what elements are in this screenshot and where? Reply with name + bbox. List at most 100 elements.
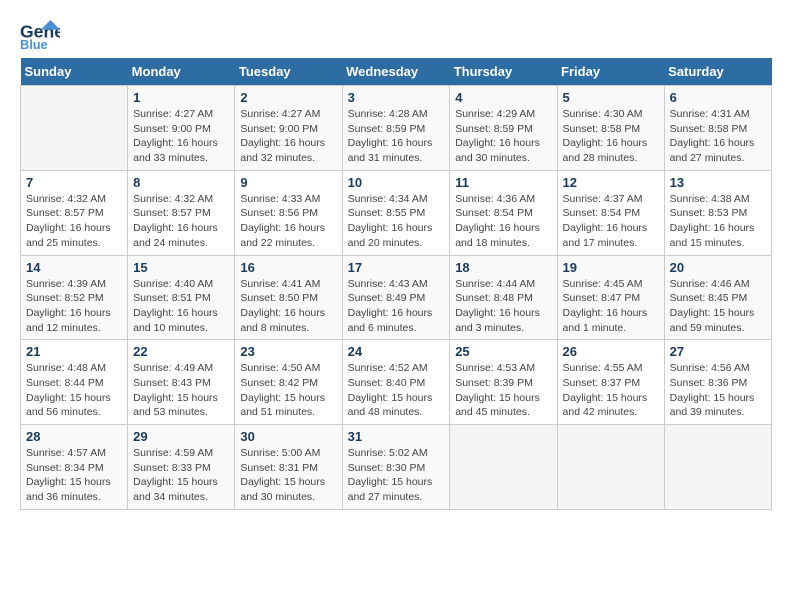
calendar-cell: 20 Sunrise: 4:46 AMSunset: 8:45 PMDayligh… — [664, 255, 771, 340]
calendar-cell — [664, 425, 771, 510]
logo-icon: General Blue — [20, 20, 60, 52]
calendar-cell: 6 Sunrise: 4:31 AMSunset: 8:58 PMDaylight… — [664, 86, 771, 171]
calendar-cell: 3 Sunrise: 4:28 AMSunset: 8:59 PMDaylight… — [342, 86, 450, 171]
calendar-cell: 13 Sunrise: 4:38 AMSunset: 8:53 PMDayligh… — [664, 170, 771, 255]
calendar-cell: 18Sunrise: 4:44 AMSunset: 8:48 PMDayligh… — [450, 255, 557, 340]
day-info: Sunrise: 4:36 AMSunset: 8:54 PMDaylight:… — [455, 192, 551, 251]
day-info: Sunrise: 4:41 AMSunset: 8:50 PMDaylight:… — [240, 277, 336, 336]
weekday-header: Thursday — [450, 58, 557, 86]
calendar-cell — [557, 425, 664, 510]
day-info: Sunrise: 4:56 AMSunset: 8:36 PMDaylight:… — [670, 361, 766, 420]
calendar-week-row: 7 Sunrise: 4:32 AMSunset: 8:57 PMDaylight… — [21, 170, 772, 255]
day-number: 4 — [455, 90, 551, 105]
page-header: General Blue — [20, 20, 772, 52]
calendar-cell: 1Sunrise: 4:27 AMSunset: 9:00 PMDaylight… — [128, 86, 235, 171]
day-info: Sunrise: 4:32 AMSunset: 8:57 PMDaylight:… — [26, 192, 122, 251]
day-number: 27 — [670, 344, 766, 359]
svg-text:Blue: Blue — [20, 37, 48, 52]
weekday-header: Tuesday — [235, 58, 342, 86]
calendar-cell: 26 Sunrise: 4:55 AMSunset: 8:37 PMDayligh… — [557, 340, 664, 425]
day-number: 5 — [563, 90, 659, 105]
calendar-cell: 27 Sunrise: 4:56 AMSunset: 8:36 PMDayligh… — [664, 340, 771, 425]
calendar-cell: 25 Sunrise: 4:53 AMSunset: 8:39 PMDayligh… — [450, 340, 557, 425]
weekday-header: Saturday — [664, 58, 771, 86]
weekday-header: Wednesday — [342, 58, 450, 86]
day-info: Sunrise: 4:46 AMSunset: 8:45 PMDaylight:… — [670, 277, 766, 336]
day-number: 10 — [348, 175, 445, 190]
day-info: Sunrise: 4:55 AMSunset: 8:37 PMDaylight:… — [563, 361, 659, 420]
day-number: 25 — [455, 344, 551, 359]
day-info: Sunrise: 4:48 AMSunset: 8:44 PMDaylight:… — [26, 361, 122, 420]
calendar-week-row: 21 Sunrise: 4:48 AMSunset: 8:44 PMDayligh… — [21, 340, 772, 425]
day-number: 29 — [133, 429, 229, 444]
calendar-cell: 14 Sunrise: 4:39 AMSunset: 8:52 PMDayligh… — [21, 255, 128, 340]
day-info: Sunrise: 4:49 AMSunset: 8:43 PMDaylight:… — [133, 361, 229, 420]
day-info: Sunrise: 4:38 AMSunset: 8:53 PMDaylight:… — [670, 192, 766, 251]
calendar-cell: 23Sunrise: 4:50 AMSunset: 8:42 PMDayligh… — [235, 340, 342, 425]
day-info: Sunrise: 4:30 AMSunset: 8:58 PMDaylight:… — [563, 107, 659, 166]
day-number: 31 — [348, 429, 445, 444]
calendar-cell: 30 Sunrise: 5:00 AMSunset: 8:31 PMDayligh… — [235, 425, 342, 510]
calendar-cell: 22 Sunrise: 4:49 AMSunset: 8:43 PMDayligh… — [128, 340, 235, 425]
day-number: 13 — [670, 175, 766, 190]
calendar-cell: 7 Sunrise: 4:32 AMSunset: 8:57 PMDaylight… — [21, 170, 128, 255]
calendar-cell: 29 Sunrise: 4:59 AMSunset: 8:33 PMDayligh… — [128, 425, 235, 510]
day-info: Sunrise: 4:31 AMSunset: 8:58 PMDaylight:… — [670, 107, 766, 166]
calendar-cell: 5 Sunrise: 4:30 AMSunset: 8:58 PMDaylight… — [557, 86, 664, 171]
calendar-cell: 12 Sunrise: 4:37 AMSunset: 8:54 PMDayligh… — [557, 170, 664, 255]
day-number: 8 — [133, 175, 229, 190]
day-info: Sunrise: 4:44 AMSunset: 8:48 PMDaylight:… — [455, 277, 551, 336]
day-number: 12 — [563, 175, 659, 190]
weekday-header: Sunday — [21, 58, 128, 86]
day-number: 26 — [563, 344, 659, 359]
day-number: 2 — [240, 90, 336, 105]
calendar-cell: 10Sunrise: 4:34 AMSunset: 8:55 PMDayligh… — [342, 170, 450, 255]
calendar-cell: 15Sunrise: 4:40 AMSunset: 8:51 PMDayligh… — [128, 255, 235, 340]
day-info: Sunrise: 4:53 AMSunset: 8:39 PMDaylight:… — [455, 361, 551, 420]
day-info: Sunrise: 4:59 AMSunset: 8:33 PMDaylight:… — [133, 446, 229, 505]
day-number: 20 — [670, 260, 766, 275]
day-number: 28 — [26, 429, 122, 444]
day-number: 19 — [563, 260, 659, 275]
day-info: Sunrise: 4:57 AMSunset: 8:34 PMDaylight:… — [26, 446, 122, 505]
day-info: Sunrise: 4:27 AMSunset: 9:00 PMDaylight:… — [240, 107, 336, 166]
day-info: Sunrise: 4:37 AMSunset: 8:54 PMDaylight:… — [563, 192, 659, 251]
day-info: Sunrise: 4:32 AMSunset: 8:57 PMDaylight:… — [133, 192, 229, 251]
calendar-cell: 2 Sunrise: 4:27 AMSunset: 9:00 PMDaylight… — [235, 86, 342, 171]
calendar-week-row: 1 Sunrise: 4:27 AMSunset: 9:00 PMDaylight… — [21, 86, 772, 171]
day-number: 30 — [240, 429, 336, 444]
day-info: Sunrise: 4:45 AMSunset: 8:47 PMDaylight:… — [563, 277, 659, 336]
calendar-week-row: 28 Sunrise: 4:57 AMSunset: 8:34 PMDayligh… — [21, 425, 772, 510]
calendar-cell: 19 Sunrise: 4:45 AMSunset: 8:47 PMDayligh… — [557, 255, 664, 340]
day-number: 6 — [670, 90, 766, 105]
calendar-table: SundayMondayTuesdayWednesdayThursdayFrid… — [20, 58, 772, 510]
calendar-cell — [450, 425, 557, 510]
day-info: Sunrise: 5:00 AMSunset: 8:31 PMDaylight:… — [240, 446, 336, 505]
calendar-cell: 16 Sunrise: 4:41 AMSunset: 8:50 PMDayligh… — [235, 255, 342, 340]
day-number: 23 — [240, 344, 336, 359]
day-number: 1 — [133, 90, 229, 105]
day-info: Sunrise: 4:28 AMSunset: 8:59 PMDaylight:… — [348, 107, 445, 166]
day-number: 16 — [240, 260, 336, 275]
day-number: 3 — [348, 90, 445, 105]
day-number: 17 — [348, 260, 445, 275]
day-number: 9 — [240, 175, 336, 190]
day-number: 7 — [26, 175, 122, 190]
calendar-cell: 9 Sunrise: 4:33 AMSunset: 8:56 PMDaylight… — [235, 170, 342, 255]
weekday-header: Monday — [128, 58, 235, 86]
calendar-week-row: 14 Sunrise: 4:39 AMSunset: 8:52 PMDayligh… — [21, 255, 772, 340]
weekday-header: Friday — [557, 58, 664, 86]
calendar-cell: 11Sunrise: 4:36 AMSunset: 8:54 PMDayligh… — [450, 170, 557, 255]
day-info: Sunrise: 4:52 AMSunset: 8:40 PMDaylight:… — [348, 361, 445, 420]
day-info: Sunrise: 4:39 AMSunset: 8:52 PMDaylight:… — [26, 277, 122, 336]
day-number: 21 — [26, 344, 122, 359]
day-info: Sunrise: 5:02 AMSunset: 8:30 PMDaylight:… — [348, 446, 445, 505]
calendar-cell: 31 Sunrise: 5:02 AMSunset: 8:30 PMDayligh… — [342, 425, 450, 510]
day-number: 14 — [26, 260, 122, 275]
day-number: 22 — [133, 344, 229, 359]
calendar-cell: 28 Sunrise: 4:57 AMSunset: 8:34 PMDayligh… — [21, 425, 128, 510]
calendar-cell: 17Sunrise: 4:43 AMSunset: 8:49 PMDayligh… — [342, 255, 450, 340]
day-info: Sunrise: 4:33 AMSunset: 8:56 PMDaylight:… — [240, 192, 336, 251]
day-info: Sunrise: 4:40 AMSunset: 8:51 PMDaylight:… — [133, 277, 229, 336]
logo: General Blue — [20, 20, 60, 52]
